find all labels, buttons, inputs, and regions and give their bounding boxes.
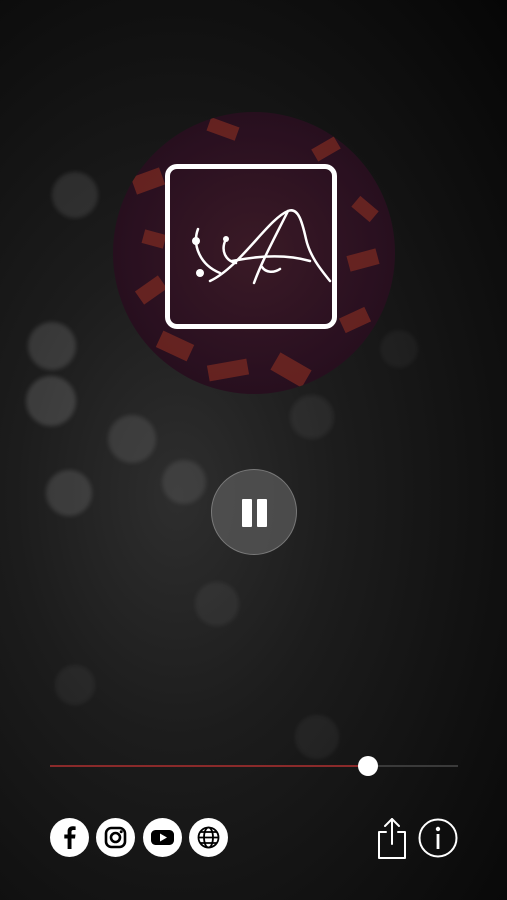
album-artwork — [113, 112, 395, 394]
bokeh-light — [46, 470, 92, 516]
artwork-texture — [134, 275, 168, 305]
pause-icon — [242, 499, 252, 527]
artwork-texture — [155, 330, 195, 362]
bokeh-light — [295, 715, 339, 759]
facebook-icon — [64, 826, 76, 849]
bokeh-light — [26, 376, 76, 426]
artwork-texture — [141, 229, 167, 249]
player-screen — [0, 0, 507, 900]
website-button[interactable] — [189, 818, 228, 857]
bokeh-light — [108, 415, 156, 463]
artwork-texture — [206, 117, 240, 141]
stylized-a-logo-icon — [165, 164, 337, 329]
bokeh-light — [290, 395, 334, 439]
facebook-button[interactable] — [50, 818, 89, 857]
share-icon — [378, 818, 406, 859]
artwork-texture — [351, 195, 379, 223]
instagram-button[interactable] — [96, 818, 135, 857]
logo-glyph — [192, 209, 332, 285]
globe-icon — [197, 826, 220, 849]
bokeh-light — [52, 172, 98, 218]
pause-button[interactable] — [211, 469, 297, 555]
bokeh-light — [162, 460, 206, 504]
instagram-icon — [104, 826, 127, 849]
bokeh-light — [195, 582, 239, 626]
bokeh-light — [28, 322, 76, 370]
youtube-icon — [151, 830, 174, 845]
info-icon — [418, 818, 458, 858]
youtube-button[interactable] — [143, 818, 182, 857]
pause-icon — [257, 499, 267, 527]
info-button[interactable] — [418, 818, 458, 858]
artwork-texture — [311, 136, 341, 162]
progress-thumb[interactable] — [358, 756, 379, 776]
artwork-texture — [346, 248, 380, 272]
bokeh-light — [55, 665, 95, 705]
progress-fill — [50, 765, 369, 767]
artwork-texture — [206, 358, 250, 382]
progress-slider[interactable] — [50, 756, 458, 776]
bokeh-light — [380, 330, 418, 368]
artwork-texture — [130, 167, 166, 195]
artwork-texture — [270, 352, 312, 388]
share-button[interactable] — [374, 816, 410, 860]
artwork-texture — [338, 306, 372, 334]
